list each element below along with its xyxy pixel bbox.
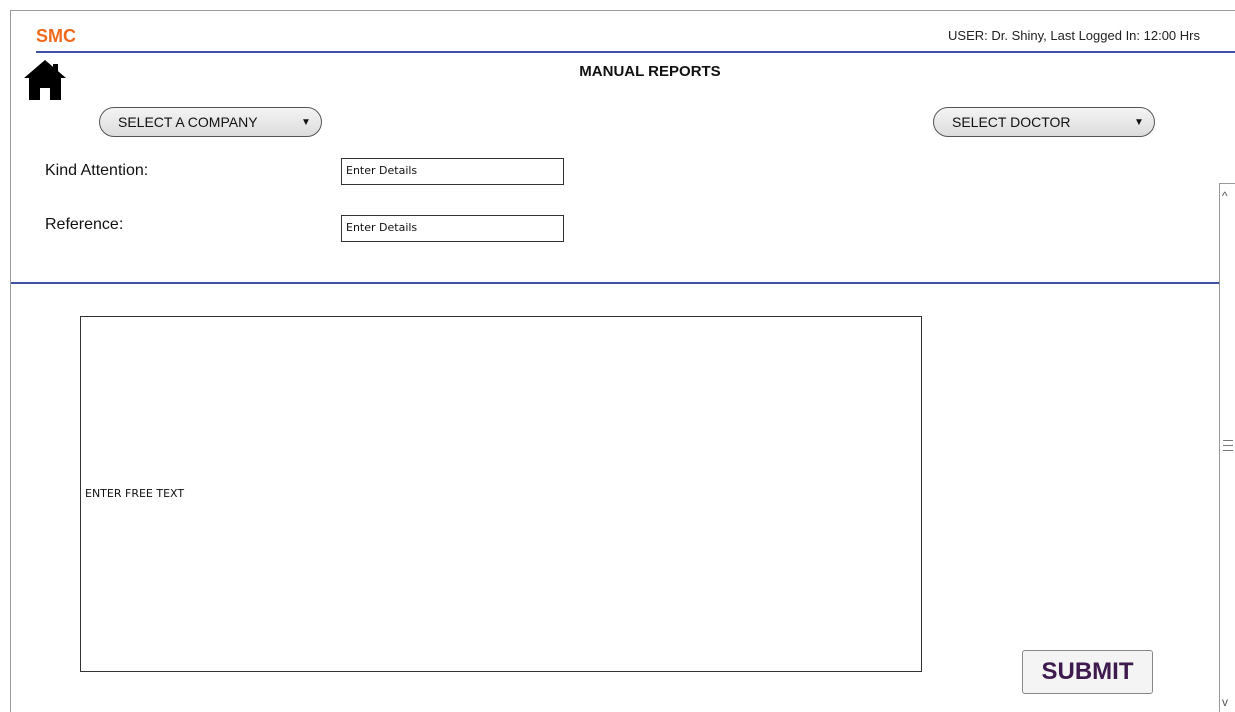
select-company-dropdown[interactable]: SELECT A COMPANY ▼ (99, 107, 322, 137)
scrollbar-grip[interactable] (1223, 450, 1233, 451)
scroll-down-arrow[interactable]: v (1222, 696, 1228, 708)
header-divider (36, 51, 1235, 53)
chevron-down-icon: ▼ (1134, 116, 1144, 128)
window-left-border (10, 10, 11, 712)
page-title: MANUAL REPORTS (579, 63, 721, 80)
reference-label: Reference: (45, 216, 124, 233)
scrollbar-grip[interactable] (1223, 440, 1233, 441)
user-info: USER: Dr. Shiny, Last Logged In: 12:00 H… (948, 28, 1200, 43)
select-doctor-label: SELECT DOCTOR (952, 114, 1071, 130)
scrollbar-grip[interactable] (1223, 445, 1233, 446)
free-text-area[interactable]: ENTER FREE TEXT (80, 316, 922, 672)
vertical-scrollbar[interactable]: ^ v (1219, 183, 1235, 712)
select-company-label: SELECT A COMPANY (118, 114, 258, 130)
window-top-border (10, 10, 1235, 11)
free-text-placeholder: ENTER FREE TEXT (85, 487, 185, 500)
chevron-down-icon: ▼ (301, 116, 311, 128)
submit-button[interactable]: SUBMIT (1022, 650, 1153, 694)
kind-attention-label: Kind Attention: (45, 162, 149, 179)
reference-input[interactable]: Enter Details (341, 215, 564, 242)
kind-attention-input[interactable]: Enter Details (341, 158, 564, 185)
brand-logo: SMC (36, 26, 76, 46)
form-divider (11, 282, 1219, 284)
scroll-up-arrow[interactable]: ^ (1222, 190, 1228, 202)
select-doctor-dropdown[interactable]: SELECT DOCTOR ▼ (933, 107, 1155, 137)
